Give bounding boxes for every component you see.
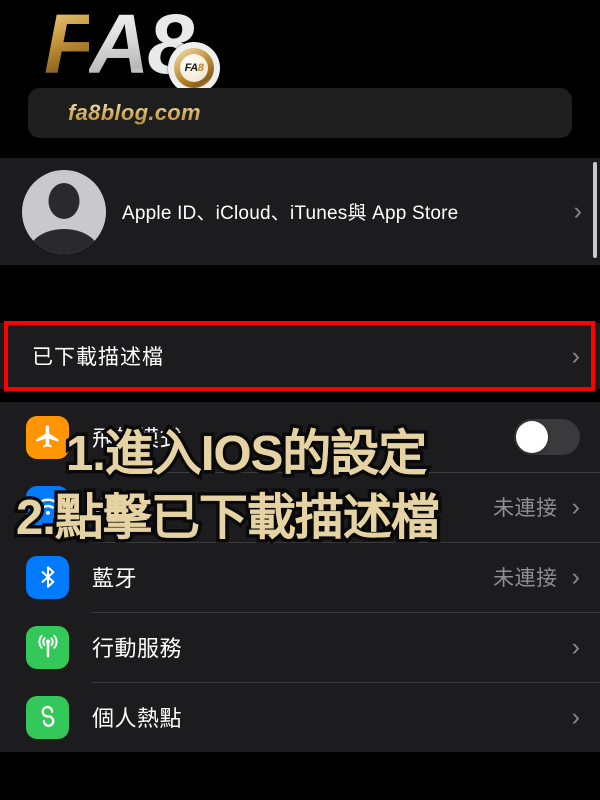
- cellular-icon: [26, 625, 69, 669]
- apple-id-label: Apple ID、iCloud、iTunes與 App Store: [122, 203, 459, 224]
- setting-row-airplane-mode[interactable]: 飛航模式: [0, 402, 600, 472]
- toggle-knob: [516, 421, 548, 453]
- bluetooth-icon: [26, 555, 69, 599]
- connectivity-group: 飛航模式 Wi-Fi 未連接 › 藍牙 未連接 › 行動服務 › 個人熱點 ›: [0, 402, 600, 752]
- downloaded-profile-group: 已下載描述檔: [0, 321, 600, 391]
- setting-value-wifi: 未連接: [493, 497, 558, 520]
- person-circle-icon: [22, 169, 106, 254]
- chevron-right-icon: [574, 199, 582, 224]
- badge-label: FA8: [185, 62, 204, 74]
- screenshot-root: FA8 FA8 fa8blog.com Apple ID、iCloud、iTun…: [0, 0, 600, 800]
- section-gap-small: [0, 389, 600, 402]
- setting-label-cellular: 行動服務: [92, 636, 183, 661]
- setting-label-bluetooth: 藍牙: [92, 566, 138, 591]
- fa8-url-text: fa8blog.com: [68, 100, 201, 125]
- chevron-right-icon: [572, 705, 580, 730]
- setting-row-cellular[interactable]: 行動服務: [0, 612, 600, 682]
- logo-letter-a: A: [89, 0, 150, 91]
- badge-core: FA8: [180, 54, 208, 82]
- wifi-icon: [26, 485, 69, 529]
- setting-value-bluetooth: 未連接: [493, 567, 558, 590]
- hotspot-icon: [26, 695, 69, 739]
- setting-label-wifi: Wi-Fi: [92, 494, 146, 519]
- chevron-right-icon: [572, 344, 580, 369]
- setting-label-airplane-mode: 飛航模式: [92, 426, 183, 451]
- chevron-right-icon: [572, 565, 580, 590]
- setting-row-bluetooth[interactable]: 藍牙 未連接: [0, 542, 600, 612]
- vertical-scrollbar[interactable]: [593, 162, 597, 258]
- avatar-body: [29, 228, 99, 254]
- chevron-right-icon: [572, 635, 580, 660]
- downloaded-profile-label: 已下載描述檔: [32, 346, 164, 369]
- badge-gold-ring: FA8: [174, 48, 214, 88]
- logo-letter-f: F: [44, 0, 91, 91]
- apple-id-row[interactable]: Apple ID、iCloud、iTunes與 App Store: [0, 158, 600, 265]
- setting-label-hotspot: 個人熱點: [92, 706, 183, 731]
- badge-fa-text: FA: [184, 62, 199, 74]
- fa8-badge-icon: FA8: [168, 42, 220, 94]
- downloaded-profile-row[interactable]: 已下載描述檔: [0, 323, 600, 389]
- apple-id-group: Apple ID、iCloud、iTunes與 App Store: [0, 158, 600, 265]
- airplane-mode-toggle[interactable]: [514, 419, 580, 455]
- section-gap: [0, 265, 600, 323]
- setting-row-wifi[interactable]: Wi-Fi 未連接: [0, 472, 600, 542]
- ios-settings-list: Apple ID、iCloud、iTunes與 App Store 已下載描述檔: [0, 158, 600, 800]
- avatar-head: [48, 182, 80, 219]
- badge-8-text: 8: [197, 62, 204, 74]
- chevron-right-icon: [572, 495, 580, 520]
- fa8-url-bar: fa8blog.com: [28, 88, 572, 138]
- setting-row-hotspot[interactable]: 個人熱點: [0, 682, 600, 752]
- fa8-branding-band: FA8 FA8 fa8blog.com: [0, 0, 600, 158]
- airplane-icon: [26, 415, 69, 459]
